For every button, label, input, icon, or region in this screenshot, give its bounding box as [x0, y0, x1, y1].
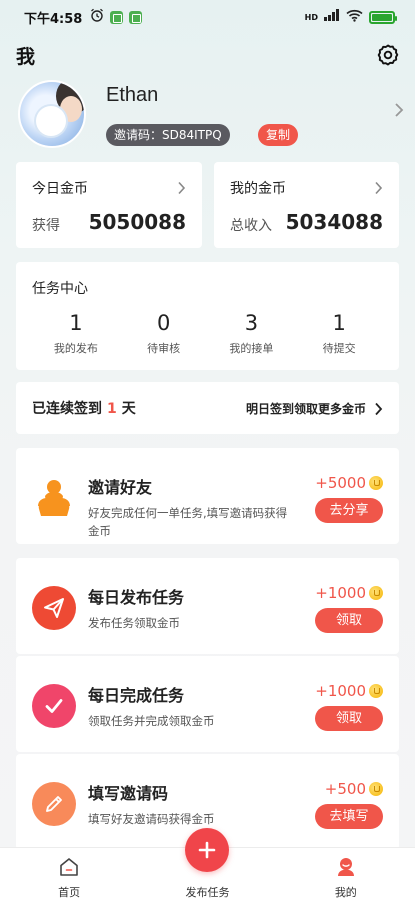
bottom-tab-bar: 首页 发布任务 我的 [0, 828, 415, 900]
battery-icon [369, 10, 397, 24]
chevron-right-icon[interactable] [393, 102, 405, 118]
profile-section[interactable]: Ethan 邀请码：SD84ITPQ 复制 [18, 80, 405, 148]
chevron-right-icon [374, 401, 383, 416]
stat-my-orders[interactable]: 3 我的接单 [208, 310, 296, 356]
today-coins-card[interactable]: 今日金币 获得 5050088 [16, 162, 202, 248]
app-notification-icon [110, 10, 124, 24]
signin-tomorrow-text: 明日签到领取更多金币 [245, 401, 366, 416]
settings-gear-icon[interactable] [377, 44, 399, 66]
invite-code-badge: 邀请码：SD84ITPQ [106, 124, 230, 146]
tab-mine[interactable]: 我的 [277, 848, 415, 900]
my-coins-value: 5034088 [285, 210, 383, 234]
stat-value: 1 [332, 311, 346, 335]
stat-value: 1 [69, 311, 83, 335]
page-header: 我 [0, 38, 415, 72]
tab-label: 发布任务 [185, 886, 230, 899]
task-description: 填写好友邀请码获得金币 [88, 812, 215, 826]
alarm-icon [90, 8, 104, 26]
task-reward: +1000 [315, 682, 383, 700]
user-profile-icon [335, 856, 357, 882]
user-name: Ethan [106, 84, 159, 106]
signin-streak-card[interactable]: 已连续签到 1 天 明日签到领取更多金币 [16, 382, 399, 434]
my-coins-sub-label: 总收入 [230, 218, 272, 234]
signin-streak-text: 已连续签到 1 天 [32, 398, 136, 418]
coin-icon [369, 782, 383, 796]
task-title: 邀请好友 [88, 478, 153, 497]
task-reward: +5000 [315, 474, 383, 492]
avatar[interactable] [18, 80, 86, 148]
signin-suffix: 天 [121, 401, 136, 417]
checkmark-icon [32, 684, 76, 728]
tab-publish-task[interactable]: 发布任务 [138, 828, 276, 900]
stat-label: 待提交 [322, 342, 356, 355]
signin-prefix: 已连续签到 [32, 401, 102, 417]
task-reward-value: +500 [324, 780, 366, 798]
today-coins-value: 5050088 [88, 210, 186, 234]
task-daily-complete: 每日完成任务 领取任务并完成领取金币 +1000 领取 [16, 656, 399, 752]
coin-icon [369, 476, 383, 490]
task-description: 好友完成任何一单任务,填写邀请码获得金币 [88, 506, 288, 538]
claim-button[interactable]: 领取 [315, 706, 383, 731]
share-button[interactable]: 去分享 [315, 498, 383, 523]
task-reward-value: +5000 [315, 474, 366, 492]
task-reward: +500 [325, 780, 383, 798]
task-center-card: 任务中心 1 我的发布 0 待审核 3 我的接单 1 待提交 [16, 262, 399, 370]
stat-my-published[interactable]: 1 我的发布 [32, 310, 120, 356]
stat-label: 我的发布 [53, 342, 98, 355]
fill-code-button[interactable]: 去填写 [315, 804, 383, 829]
task-reward-value: +1000 [315, 584, 366, 602]
home-icon [58, 856, 80, 882]
today-coins-title: 今日金币 [32, 181, 88, 197]
signal-icon [324, 9, 340, 25]
task-invite-friends: 邀请好友 好友完成任何一单任务,填写邀请码获得金币 +5000 去分享 [16, 448, 399, 544]
task-reward-value: +1000 [315, 682, 366, 700]
tab-label: 首页 [58, 886, 81, 899]
coin-icon [369, 684, 383, 698]
task-center-title: 任务中心 [32, 281, 88, 297]
stat-pending-submit[interactable]: 1 待提交 [295, 310, 383, 356]
copy-invite-code-button[interactable]: 复制 [258, 124, 299, 146]
stat-value: 0 [156, 311, 171, 335]
chevron-right-icon [374, 180, 383, 195]
task-reward: +1000 [315, 584, 383, 602]
task-description: 领取任务并完成领取金币 [88, 714, 215, 728]
today-coins-sub-label: 获得 [32, 218, 60, 234]
my-coins-card[interactable]: 我的金币 总收入 5034088 [214, 162, 399, 248]
tab-label: 我的 [334, 886, 357, 899]
pencil-icon [32, 782, 76, 826]
publish-task-button[interactable] [185, 828, 230, 872]
stat-value: 3 [244, 311, 259, 335]
task-title: 每日发布任务 [88, 588, 185, 607]
network-type-label: HD [304, 12, 318, 22]
status-time: 下午4:58 [24, 11, 83, 27]
task-title: 填写邀请码 [88, 784, 169, 803]
users-icon [32, 476, 76, 520]
stat-pending-review[interactable]: 0 待审核 [120, 310, 208, 356]
app-notification-icon [129, 10, 143, 24]
tab-home[interactable]: 首页 [0, 848, 138, 900]
task-description: 发布任务领取金币 [88, 616, 180, 630]
wifi-icon [346, 9, 363, 26]
stat-label: 待审核 [147, 342, 181, 355]
task-daily-publish: 每日发布任务 发布任务领取金币 +1000 领取 [16, 558, 399, 654]
signin-days: 1 [107, 401, 117, 417]
page-title: 我 [16, 45, 36, 68]
task-title: 每日完成任务 [88, 686, 185, 705]
plus-icon [199, 841, 216, 859]
coin-icon [369, 586, 383, 600]
stat-label: 我的接单 [229, 342, 274, 355]
status-bar: 下午4:58 HD [0, 0, 415, 34]
claim-button[interactable]: 领取 [315, 608, 383, 633]
paper-plane-icon [32, 586, 76, 630]
my-coins-title: 我的金币 [230, 181, 286, 197]
chevron-right-icon [177, 180, 186, 195]
